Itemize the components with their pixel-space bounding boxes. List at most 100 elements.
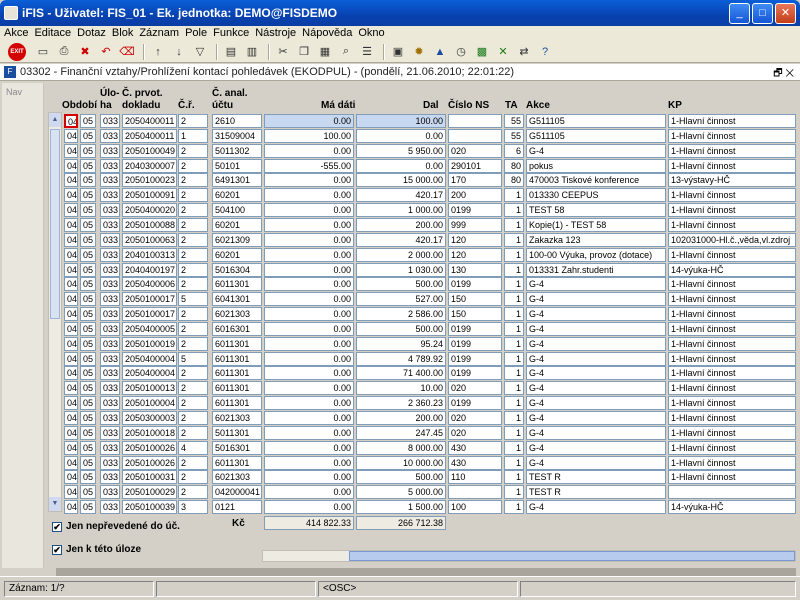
cell-obdobi[interactable]: 04 (64, 263, 78, 277)
cell-ta[interactable]: 1 (504, 485, 524, 499)
cell-kp[interactable]: 1-Hlavní činnost (668, 188, 796, 202)
cell-cislo-ns[interactable]: 0199 (448, 277, 502, 291)
cell-cislo-ns[interactable]: 150 (448, 307, 502, 321)
cell-uloha[interactable]: 033 (100, 426, 120, 440)
cell-dal[interactable]: 500.00 (356, 470, 446, 484)
cell-madati[interactable]: 0.00 (264, 292, 354, 306)
cell-canal[interactable]: 6016301 (212, 322, 262, 336)
cell-madati[interactable]: 0.00 (264, 441, 354, 455)
cell-uloha[interactable]: 033 (100, 381, 120, 395)
cell-obdobi[interactable]: 04 (64, 129, 78, 143)
cell-ta[interactable]: 1 (504, 307, 524, 321)
cell-akce[interactable]: 100-00 Výuka, provoz (dotace) (526, 248, 666, 262)
cell-cprot[interactable]: 2050100019 (122, 337, 177, 351)
cell-ta[interactable]: 1 (504, 322, 524, 336)
cell-cr[interactable]: 2 (178, 248, 208, 262)
cell-ta[interactable]: 80 (504, 159, 524, 173)
cell-ta[interactable]: 1 (504, 366, 524, 380)
cell-cr[interactable]: 2 (178, 203, 208, 217)
cell-cprot[interactable]: 2050100004 (122, 396, 177, 410)
cell-mesic[interactable]: 05 (80, 129, 96, 143)
cell-dal[interactable]: 0.00 (356, 129, 446, 143)
cell-kp[interactable]: 1-Hlavní činnost (668, 352, 796, 366)
cell-cr[interactable]: 2 (178, 144, 208, 158)
menu-zaznam[interactable]: Záznam (139, 26, 179, 41)
cell-ta[interactable]: 1 (504, 470, 524, 484)
cell-cislo-ns[interactable]: 120 (448, 233, 502, 247)
cell-cislo-ns[interactable] (448, 485, 502, 499)
list-icon[interactable]: ☰ (358, 43, 376, 61)
cell-obdobi[interactable]: 04 (64, 144, 78, 158)
cell-cislo-ns[interactable]: 0199 (448, 352, 502, 366)
clock-icon[interactable]: ◷ (452, 43, 470, 61)
cell-ta[interactable]: 1 (504, 248, 524, 262)
cell-canal[interactable]: 5011302 (212, 144, 262, 158)
cell-mesic[interactable]: 05 (80, 337, 96, 351)
cell-cprot[interactable]: 2050400011 (122, 114, 177, 128)
cell-akce[interactable]: G-4 (526, 426, 666, 440)
cell-ta[interactable]: 1 (504, 233, 524, 247)
cell-obdobi[interactable]: 04 (64, 381, 78, 395)
paste-icon[interactable]: ▦ (316, 43, 334, 61)
cell-dal[interactable]: 15 000.00 (356, 173, 446, 187)
calculator-icon[interactable]: ▣ (389, 43, 407, 61)
cell-cprot[interactable]: 2050300003 (122, 411, 177, 425)
cell-madati[interactable]: 0.00 (264, 233, 354, 247)
cell-cr[interactable]: 2 (178, 337, 208, 351)
cell-cislo-ns[interactable]: 999 (448, 218, 502, 232)
cell-ta[interactable]: 1 (504, 426, 524, 440)
cell-mesic[interactable]: 05 (80, 144, 96, 158)
cell-cr[interactable]: 2 (178, 114, 208, 128)
cell-akce[interactable]: G511105 (526, 114, 666, 128)
maximize-button[interactable]: □ (752, 3, 773, 24)
cell-madati[interactable]: 0.00 (264, 366, 354, 380)
cell-cislo-ns[interactable]: 130 (448, 263, 502, 277)
cell-kp[interactable]: 1-Hlavní činnost (668, 218, 796, 232)
cell-cprot[interactable]: 2040100313 (122, 248, 177, 262)
cell-mesic[interactable]: 05 (80, 277, 96, 291)
cell-uloha[interactable]: 033 (100, 159, 120, 173)
cell-cprot[interactable]: 2040300007 (122, 159, 177, 173)
form-restore-button[interactable]: 🗗 (773, 68, 782, 79)
cell-canal[interactable]: 6491301 (212, 173, 262, 187)
cell-madati[interactable]: 0.00 (264, 456, 354, 470)
cell-akce[interactable]: 013330 CEEPUS (526, 188, 666, 202)
cell-obdobi[interactable]: 04 (64, 426, 78, 440)
cell-obdobi[interactable]: 04 (64, 441, 78, 455)
cell-uloha[interactable]: 033 (100, 470, 120, 484)
cell-cprot[interactable]: 2050100018 (122, 426, 177, 440)
cell-mesic[interactable]: 05 (80, 248, 96, 262)
cell-akce[interactable]: G-4 (526, 366, 666, 380)
cell-cr[interactable]: 3 (178, 500, 208, 514)
cell-cislo-ns[interactable]: 020 (448, 426, 502, 440)
cell-dal[interactable]: 5 000.00 (356, 485, 446, 499)
cell-madati[interactable]: 0.00 (264, 337, 354, 351)
cell-mesic[interactable]: 05 (80, 263, 96, 277)
cell-cprot[interactable]: 2050100013 (122, 381, 177, 395)
cell-dal[interactable]: 2 586.00 (356, 307, 446, 321)
checkbox-box[interactable]: ✔ (52, 521, 62, 532)
cell-mesic[interactable]: 05 (80, 114, 96, 128)
cell-mesic[interactable]: 05 (80, 188, 96, 202)
cell-kp[interactable]: 1-Hlavní činnost (668, 248, 796, 262)
cell-uloha[interactable]: 033 (100, 203, 120, 217)
cell-canal[interactable]: 042000041 (212, 485, 262, 499)
menu-napoveda[interactable]: Nápověda (302, 26, 352, 41)
cell-dal[interactable]: 1 000.00 (356, 203, 446, 217)
cell-akce[interactable]: 470003 Tiskové konference (526, 173, 666, 187)
cell-ta[interactable]: 1 (504, 188, 524, 202)
cell-uloha[interactable]: 033 (100, 456, 120, 470)
cell-dal[interactable]: 2 000.00 (356, 248, 446, 262)
cell-canal[interactable]: 6011301 (212, 396, 262, 410)
cell-cprot[interactable]: 2050100023 (122, 173, 177, 187)
cell-obdobi[interactable]: 04 (64, 292, 78, 306)
cell-ta[interactable]: 1 (504, 411, 524, 425)
horizontal-scrollbar[interactable] (262, 550, 796, 562)
cell-cprot[interactable]: 2050100029 (122, 485, 177, 499)
scroll-thumb[interactable] (50, 129, 60, 319)
excel-icon[interactable]: ✕ (494, 43, 512, 61)
cell-cr[interactable]: 2 (178, 456, 208, 470)
cell-canal[interactable]: 5011301 (212, 426, 262, 440)
cell-obdobi[interactable]: 04 (64, 500, 78, 514)
cell-dal[interactable]: 500.00 (356, 277, 446, 291)
